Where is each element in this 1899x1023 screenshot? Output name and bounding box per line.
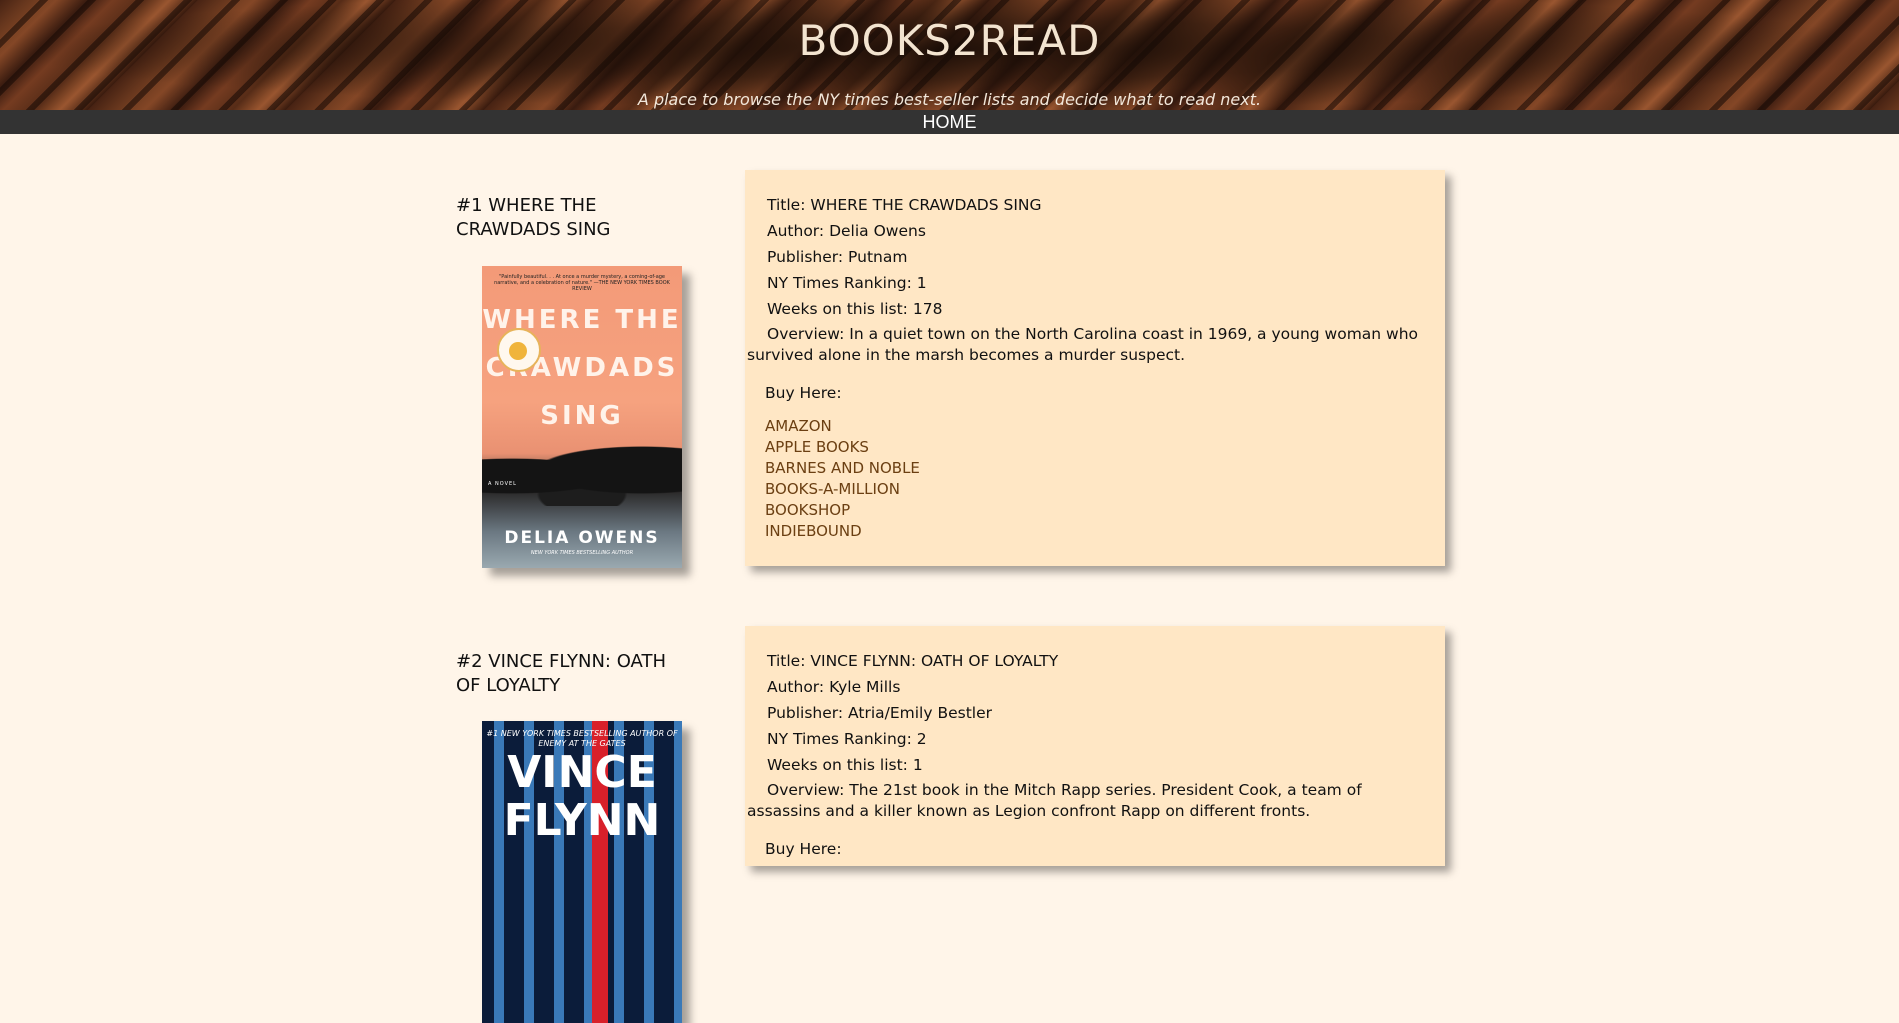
title-label: Title:: [767, 652, 806, 670]
ranking-value: 1: [916, 274, 927, 292]
site-tagline: A place to browse the NY times best-sell…: [637, 90, 1262, 109]
buy-links-list: AMAZON APPLE BOOKS BARNES AND NOBLE BOOK…: [765, 416, 1445, 542]
buy-link-apple-books[interactable]: APPLE BOOKS: [765, 438, 869, 456]
main-nav: HOME: [0, 110, 1899, 134]
cover-title: VINCE FLYNN: [503, 747, 661, 846]
author-field: Author: Delia Owens: [767, 218, 1445, 244]
ranking-label: NY Times Ranking:: [767, 730, 912, 748]
author-label: Author:: [767, 678, 825, 696]
title-field: Title: VINCE FLYNN: OATH OF LOYALTY: [767, 648, 1445, 674]
cover-quote: "Painfully beautiful. . . At once a murd…: [494, 274, 670, 292]
author-label: Author:: [767, 222, 825, 240]
buy-link-books-a-million[interactable]: BOOKS-A-MILLION: [765, 480, 900, 498]
weeks-label: Weeks on this list:: [767, 300, 908, 318]
author-value: Kyle Mills: [829, 678, 901, 696]
weeks-field: Weeks on this list: 178: [767, 296, 1445, 322]
publisher-field: Publisher: Atria/Emily Bestler: [767, 700, 1445, 726]
publisher-field: Publisher: Putnam: [767, 244, 1445, 270]
title-field: Title: WHERE THE CRAWDADS SING: [767, 192, 1445, 218]
buy-link-bookshop[interactable]: BOOKSHOP: [765, 501, 850, 519]
weeks-value: 178: [912, 300, 943, 318]
ranking-field: NY Times Ranking: 2: [767, 726, 1445, 752]
cover-subtitle: NEW YORK TIMES BESTSELLING AUTHOR: [530, 550, 634, 556]
overview-label: Overview:: [767, 325, 845, 343]
site-header: BOOKS2READ A place to browse the NY time…: [0, 0, 1899, 110]
book-details-card: Title: VINCE FLYNN: OATH OF LOYALTY Auth…: [745, 626, 1445, 866]
weeks-field: Weeks on this list: 1: [767, 752, 1445, 778]
author-field: Author: Kyle Mills: [767, 674, 1445, 700]
book-heading: #2 VINCE FLYNN: OATH OF LOYALTY: [456, 651, 667, 696]
nav-home-link[interactable]: HOME: [923, 112, 977, 132]
publisher-value: Atria/Emily Bestler: [848, 704, 992, 722]
buy-link-indiebound[interactable]: INDIEBOUND: [765, 522, 862, 540]
title-label: Title:: [767, 196, 806, 214]
author-value: Delia Owens: [829, 222, 926, 240]
title-value: VINCE FLYNN: OATH OF LOYALTY: [810, 652, 1059, 670]
site-title: BOOKS2READ: [798, 16, 1101, 65]
publisher-label: Publisher:: [767, 704, 844, 722]
publisher-label: Publisher:: [767, 248, 844, 266]
cover-tagline: #1 NEW YORK TIMES BESTSELLING AUTHOR OF …: [486, 729, 678, 748]
buy-link-barnes-and-noble[interactable]: BARNES AND NOBLE: [765, 459, 920, 477]
publisher-value: Putnam: [848, 248, 908, 266]
cover-novel-label: A NOVEL: [488, 481, 517, 487]
title-value: WHERE THE CRAWDADS SING: [810, 196, 1042, 214]
book-heading: #1 WHERE THE CRAWDADS SING: [456, 195, 611, 240]
weeks-value: 1: [912, 756, 923, 774]
buy-link-amazon[interactable]: AMAZON: [765, 417, 832, 435]
book-details-card: Title: WHERE THE CRAWDADS SING Author: D…: [745, 170, 1445, 566]
ranking-label: NY Times Ranking:: [767, 274, 912, 292]
buy-here-label: Buy Here:: [765, 384, 842, 402]
ranking-value: 2: [916, 730, 927, 748]
buy-here-label: Buy Here:: [765, 840, 842, 858]
overview-label: Overview:: [767, 781, 845, 799]
ranking-field: NY Times Ranking: 1: [767, 270, 1445, 296]
book-cover: "Painfully beautiful. . . At once a murd…: [482, 266, 682, 568]
overview-field: Overview: The 21st book in the Mitch Rap…: [747, 780, 1427, 822]
book-club-badge-icon: [497, 328, 541, 372]
overview-field: Overview: In a quiet town on the North C…: [747, 324, 1427, 366]
cover-author: DELIA OWENS: [504, 528, 660, 548]
book-cover: #1 NEW YORK TIMES BESTSELLING AUTHOR OF …: [482, 721, 682, 1023]
weeks-label: Weeks on this list:: [767, 756, 908, 774]
overview-value: In a quiet town on the North Carolina co…: [747, 325, 1419, 364]
tree-silhouette-icon: [482, 446, 682, 506]
